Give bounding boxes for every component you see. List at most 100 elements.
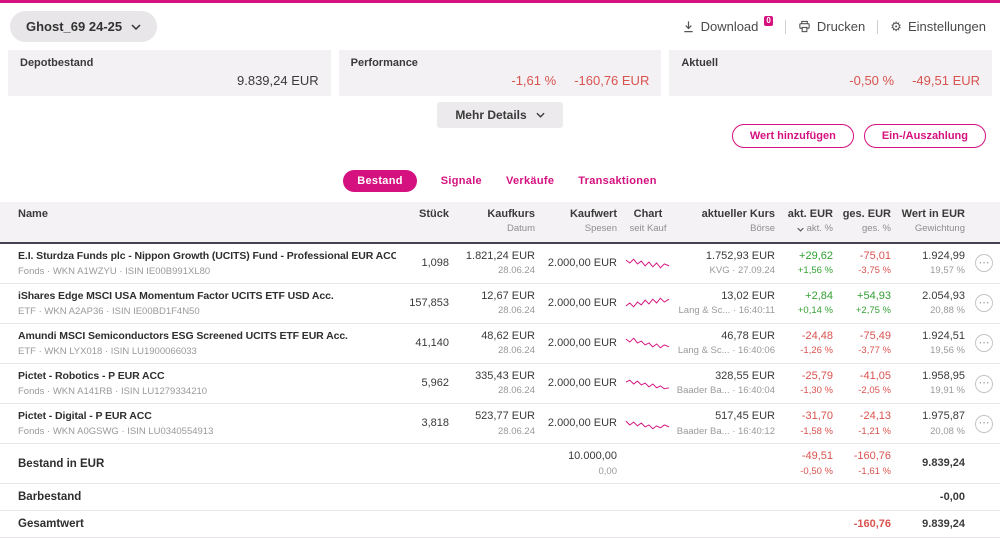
sparkline-chart — [625, 376, 671, 392]
total-label: Barbestand — [18, 491, 396, 503]
gewichtung-value: 20,08 % — [894, 427, 965, 437]
ges-eur-value: -75,49 — [836, 330, 891, 343]
stueck-value: 157,853 — [404, 297, 449, 310]
sparkline-chart — [625, 255, 671, 271]
card-label: Aktuell — [681, 57, 980, 69]
security-name[interactable]: Amundi MSCI Semiconductors ESG Screened … — [18, 330, 396, 343]
boerse-info: Lang & Sc... · 16:40:06 — [676, 346, 775, 356]
akt-eur-value: +29,62 — [778, 250, 833, 263]
kauf-datum: 28.06.24 — [452, 346, 535, 356]
gesamtwert-wert: 9.839,24 — [894, 518, 965, 531]
chevron-down-icon — [536, 112, 545, 118]
col-header-wert[interactable]: Wert in EUR Gewichtung — [894, 208, 968, 235]
sparkline-chart — [625, 295, 671, 311]
total-spesen: 0,00 — [538, 467, 617, 477]
card-depotbestand: Depotbestand 9.839,24 EUR — [8, 50, 331, 96]
separator — [877, 20, 878, 34]
col-header-kurs[interactable]: aktueller Kurs Börse — [676, 208, 778, 235]
table-row-gesamtwert: Gesamtwert -160,76 9.839,24 — [0, 511, 1000, 538]
col-header-akt[interactable]: akt. EUR akt. % — [778, 208, 836, 235]
tab-bestand[interactable]: Bestand — [343, 170, 417, 192]
table-row[interactable]: E.I. Sturdza Funds plc - Nippon Growth (… — [0, 244, 1000, 284]
row-menu-button[interactable]: ⋯ — [975, 334, 993, 352]
boerse-info: Baader Ba... · 16:40:04 — [676, 386, 775, 396]
security-meta: Fonds · WKN A0GSWG · ISIN LU0340554913 — [18, 426, 396, 437]
top-action-group: Download 0 Drucken ⚙ Einstellungen — [682, 19, 986, 35]
total-kaufwert: 10.000,00 — [538, 450, 617, 463]
print-button[interactable]: Drucken — [798, 19, 865, 34]
kaufkurs-value: 48,62 EUR — [452, 330, 535, 343]
col-header-name[interactable]: Name — [0, 208, 404, 221]
kurs-value: 46,78 EUR — [676, 330, 775, 343]
row-menu-button[interactable]: ⋯ — [975, 294, 993, 312]
gear-icon: ⚙ — [890, 19, 902, 35]
ges-eur-value: -75,01 — [836, 250, 891, 263]
col-header-kaufwert[interactable]: Kaufwert Spesen — [538, 208, 620, 235]
security-name[interactable]: iShares Edge MSCI USA Momentum Factor UC… — [18, 290, 396, 303]
boerse-info: Baader Ba... · 16:40:12 — [676, 427, 775, 437]
gewichtung-value: 20,88 % — [894, 306, 965, 316]
kauf-datum: 28.06.24 — [452, 386, 535, 396]
wert-value: 1.958,95 — [894, 370, 965, 383]
total-akt-eur: -49,51 — [778, 450, 833, 463]
security-meta: ETF · WKN A2AP36 · ISIN IE00BD1F4N50 — [18, 306, 396, 317]
security-name[interactable]: E.I. Sturdza Funds plc - Nippon Growth (… — [18, 250, 396, 263]
kurs-value: 1.752,93 EUR — [676, 250, 775, 263]
aktuell-percent: -0,50 % — [849, 73, 894, 88]
tab-bar: Bestand Signale Verkäufe Transaktionen — [0, 170, 1000, 192]
summary-cards: Depotbestand 9.839,24 EUR Performance -1… — [0, 50, 1000, 96]
row-menu-button[interactable]: ⋯ — [975, 415, 993, 433]
wert-value: 1.975,87 — [894, 410, 965, 423]
security-name[interactable]: Pictet - Digital - P EUR ACC — [18, 410, 396, 423]
table-row[interactable]: iShares Edge MSCI USA Momentum Factor UC… — [0, 284, 1000, 324]
akt-pct-value: +0,14 % — [778, 306, 833, 316]
card-performance: Performance -1,61 % -160,76 EUR — [339, 50, 662, 96]
security-name[interactable]: Pictet - Robotics - P EUR ACC — [18, 370, 396, 383]
performance-percent: -1,61 % — [511, 73, 556, 88]
printer-icon — [798, 20, 811, 33]
kaufkurs-value: 12,67 EUR — [452, 290, 535, 303]
performance-value: -160,76 EUR — [574, 73, 649, 88]
tab-verkaeufe[interactable]: Verkäufe — [506, 175, 554, 187]
kauf-datum: 28.06.24 — [452, 306, 535, 316]
stueck-value: 3,818 — [404, 417, 449, 430]
download-button[interactable]: Download 0 — [682, 19, 773, 34]
ges-eur-value: -41,05 — [836, 370, 891, 383]
print-label: Drucken — [817, 19, 865, 34]
kaufwert-value: 2.000,00 EUR — [538, 297, 617, 310]
sort-desc-icon[interactable] — [797, 227, 804, 232]
download-badge: 0 — [764, 16, 772, 26]
add-value-button[interactable]: Wert hinzufügen — [732, 124, 854, 148]
deposit-withdraw-button[interactable]: Ein-/Auszahlung — [864, 124, 986, 148]
table-row[interactable]: Amundi MSCI Semiconductors ESG Screened … — [0, 324, 1000, 364]
tab-signale[interactable]: Signale — [441, 175, 482, 187]
tab-transaktionen[interactable]: Transaktionen — [578, 175, 656, 187]
top-bar: Ghost_69 24-25 Download 0 Drucken ⚙ Eins… — [0, 3, 1000, 48]
barbestand-wert: -0,00 — [894, 491, 965, 504]
wert-value: 1.924,51 — [894, 330, 965, 343]
sparkline-chart — [625, 335, 671, 351]
stueck-value: 41,140 — [404, 337, 449, 350]
total-ges-eur: -160,76 — [836, 450, 891, 463]
boerse-info: Lang & Sc... · 16:40:11 — [676, 306, 775, 316]
col-header-ges[interactable]: ges. EUR ges. % — [836, 208, 894, 235]
row-menu-button[interactable]: ⋯ — [975, 254, 993, 272]
mehr-details-label: Mehr Details — [455, 108, 526, 122]
akt-eur-value: +2,84 — [778, 290, 833, 303]
depot-selector-dropdown[interactable]: Ghost_69 24-25 — [10, 11, 157, 42]
table-row-bestand-total: Bestand in EUR 10.000,00 0,00 -49,51 -0,… — [0, 444, 1000, 484]
row-menu-button[interactable]: ⋯ — [975, 375, 993, 393]
settings-button[interactable]: ⚙ Einstellungen — [890, 19, 986, 35]
security-meta: Fonds · WKN A141RB · ISIN LU1279334210 — [18, 386, 396, 397]
table-row[interactable]: Pictet - Digital - P EUR ACC Fonds · WKN… — [0, 404, 1000, 444]
akt-eur-value: -25,79 — [778, 370, 833, 383]
ges-pct-value: -3,77 % — [836, 346, 891, 356]
card-aktuell: Aktuell -0,50 % -49,51 EUR — [669, 50, 992, 96]
col-header-kaufkurs[interactable]: Kaufkurs Datum — [452, 208, 538, 235]
table-row[interactable]: Pictet - Robotics - P EUR ACC Fonds · WK… — [0, 364, 1000, 404]
mehr-details-button[interactable]: Mehr Details — [437, 102, 562, 128]
boerse-info: KVG · 27.09.24 — [676, 266, 775, 276]
col-header-stueck[interactable]: Stück — [404, 208, 452, 221]
total-label: Bestand in EUR — [18, 458, 396, 470]
akt-eur-value: -31,70 — [778, 410, 833, 423]
